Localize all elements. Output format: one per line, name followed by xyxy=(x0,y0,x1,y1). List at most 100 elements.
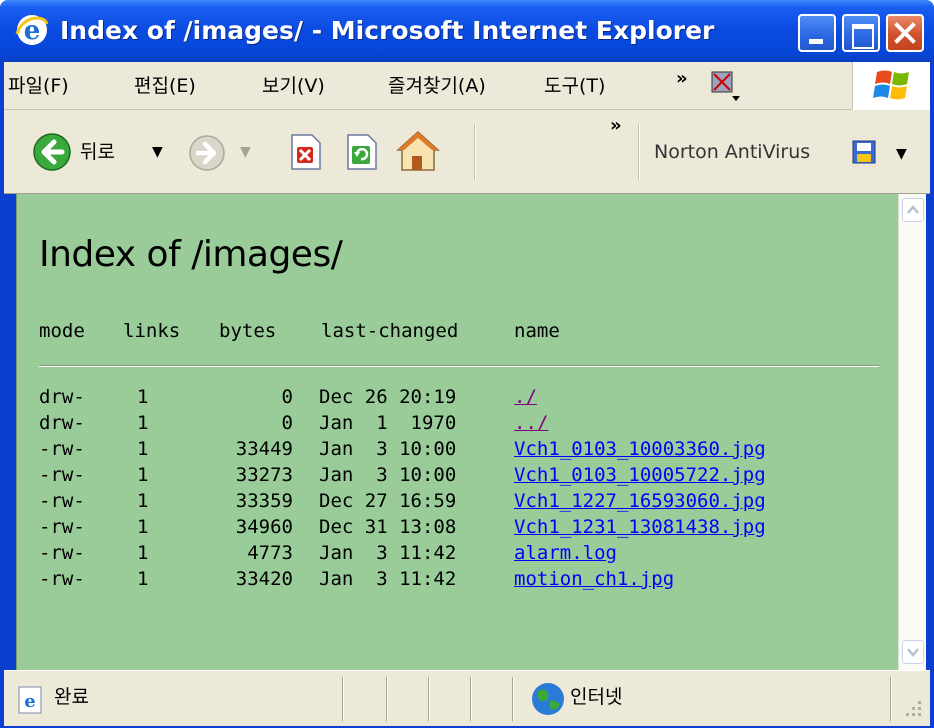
status-divider xyxy=(470,677,472,721)
menu-tools[interactable]: 도구(T) xyxy=(544,72,605,100)
row-bytes: 33449 xyxy=(235,438,293,460)
row-mode: drw- xyxy=(39,386,85,408)
menu-view[interactable]: 보기(V) xyxy=(262,72,325,100)
close-icon xyxy=(894,22,916,44)
column-header-name: name xyxy=(514,320,560,342)
windows-logo-icon xyxy=(873,70,909,100)
column-header-mode: mode xyxy=(39,320,85,342)
table-row: drw- 1 0 Dec 26 20:19 ./ xyxy=(17,384,898,410)
vertical-scrollbar[interactable] xyxy=(898,194,926,670)
scroll-down-button[interactable] xyxy=(902,640,924,664)
row-bytes: 34960 xyxy=(235,516,293,538)
refresh-icon[interactable] xyxy=(342,132,380,172)
table-row: -rw- 1 33359 Dec 27 16:59 Vch1_1227_1659… xyxy=(17,488,898,514)
scroll-up-button[interactable] xyxy=(902,198,924,222)
menu-more-chevron[interactable]: » xyxy=(676,68,688,89)
ie-icon: e xyxy=(15,15,49,46)
home-icon[interactable] xyxy=(394,128,442,174)
row-date: Jan 3 10:00 xyxy=(319,438,457,460)
column-header-last-changed: last-changed xyxy=(321,320,459,342)
status-text: 완료 xyxy=(54,686,89,708)
status-divider xyxy=(342,677,344,721)
svg-text:e: e xyxy=(24,691,35,712)
row-date: Dec 26 20:19 xyxy=(319,386,457,408)
back-dropdown-icon[interactable]: ▼ xyxy=(152,144,163,160)
file-link[interactable]: Vch1_0103_10005722.jpg xyxy=(514,462,766,488)
file-link[interactable]: motion_ch1.jpg xyxy=(514,566,674,592)
norton-dropdown-icon[interactable]: ▼ xyxy=(896,146,907,162)
windows-logo xyxy=(852,62,930,110)
file-link[interactable]: Vch1_1227_16593060.jpg xyxy=(514,488,766,514)
status-zone: 인터넷 xyxy=(570,686,623,708)
forward-dropdown-icon[interactable]: ▼ xyxy=(240,144,251,160)
column-header-bytes: bytes xyxy=(219,320,277,342)
row-links: 1 xyxy=(137,490,149,512)
row-mode: -rw- xyxy=(39,464,85,486)
row-bytes: 33273 xyxy=(235,464,293,486)
file-link[interactable]: ./ xyxy=(514,384,537,410)
file-link[interactable]: Vch1_0103_10003360.jpg xyxy=(514,436,766,462)
row-links: 1 xyxy=(137,412,149,434)
row-date: Jan 3 10:00 xyxy=(319,464,457,486)
status-divider xyxy=(512,677,514,721)
forward-icon[interactable] xyxy=(188,134,226,172)
row-date: Jan 3 11:42 xyxy=(319,542,457,564)
row-bytes: 4773 xyxy=(247,542,293,564)
menu-favorites[interactable]: 즐겨찾기(A) xyxy=(388,72,486,100)
page-heading: Index of /images/ xyxy=(39,234,343,275)
status-divider xyxy=(386,677,388,721)
status-bar: e 완료 인터넷 xyxy=(4,670,930,726)
maximize-button[interactable] xyxy=(842,14,880,52)
divider xyxy=(39,365,879,367)
table-row: -rw- 1 34960 Dec 31 13:08 Vch1_1231_1308… xyxy=(17,514,898,540)
toolbar: 뒤로 ▼ ▼ » Norton AntiVirus ▼ xyxy=(4,110,930,194)
menu-file[interactable]: 파일(F) xyxy=(8,72,69,100)
file-link[interactable]: Vch1_1231_13081438.jpg xyxy=(514,514,766,540)
status-divider xyxy=(890,677,892,721)
table-row: -rw- 1 33273 Jan 3 10:00 Vch1_0103_10005… xyxy=(17,462,898,488)
row-mode: -rw- xyxy=(39,568,85,590)
browser-window: e Index of /images/ - Microsoft Internet… xyxy=(0,0,934,728)
window-title: Index of /images/ - Microsoft Internet E… xyxy=(60,16,715,45)
menu-bar: 파일(F) 편집(E) 보기(V) 즐겨찾기(A) 도구(T) » xyxy=(4,62,930,110)
status-divider xyxy=(428,677,430,721)
table-row: -rw- 1 33449 Jan 3 10:00 Vch1_0103_10003… xyxy=(17,436,898,462)
menu-extra-icon[interactable] xyxy=(706,66,744,104)
row-bytes: 0 xyxy=(281,412,293,434)
back-label[interactable]: 뒤로 xyxy=(80,138,115,166)
row-date: Dec 27 16:59 xyxy=(319,490,457,512)
norton-icon[interactable] xyxy=(852,140,878,166)
file-link[interactable]: alarm.log xyxy=(514,540,617,566)
row-links: 1 xyxy=(137,542,149,564)
file-link[interactable]: ../ xyxy=(514,410,548,436)
row-mode: -rw- xyxy=(39,438,85,460)
table-row: drw- 1 0 Jan 1 1970 ../ xyxy=(17,410,898,436)
table-row: -rw- 1 4773 Jan 3 11:42 alarm.log xyxy=(17,540,898,566)
menu-edit[interactable]: 편집(E) xyxy=(134,72,196,100)
page-content: Index of /images/ mode links bytes last-… xyxy=(16,194,898,670)
row-mode: drw- xyxy=(39,412,85,434)
close-button[interactable] xyxy=(886,14,924,52)
minimize-button[interactable] xyxy=(798,14,836,52)
toolbar-separator xyxy=(474,124,476,180)
row-links: 1 xyxy=(137,386,149,408)
resize-grip-icon[interactable] xyxy=(902,697,924,719)
chevron-down-icon xyxy=(907,648,919,657)
row-date: Dec 31 13:08 xyxy=(319,516,457,538)
row-date: Jan 1 1970 xyxy=(319,412,457,434)
row-date: Jan 3 11:42 xyxy=(319,568,457,590)
ie-page-icon: e xyxy=(18,686,42,714)
row-links: 1 xyxy=(137,568,149,590)
row-bytes: 33359 xyxy=(235,490,293,512)
column-header-links: links xyxy=(123,320,181,342)
stop-icon[interactable] xyxy=(286,132,324,172)
toolbar-more-chevron[interactable]: » xyxy=(610,112,622,140)
row-bytes: 33420 xyxy=(235,568,293,590)
row-mode: -rw- xyxy=(39,542,85,564)
norton-label[interactable]: Norton AntiVirus xyxy=(654,138,810,166)
back-icon[interactable] xyxy=(32,132,72,172)
row-bytes: 0 xyxy=(281,386,293,408)
chevron-up-icon xyxy=(907,205,919,214)
title-bar[interactable]: e Index of /images/ - Microsoft Internet… xyxy=(0,0,934,62)
row-links: 1 xyxy=(137,516,149,538)
